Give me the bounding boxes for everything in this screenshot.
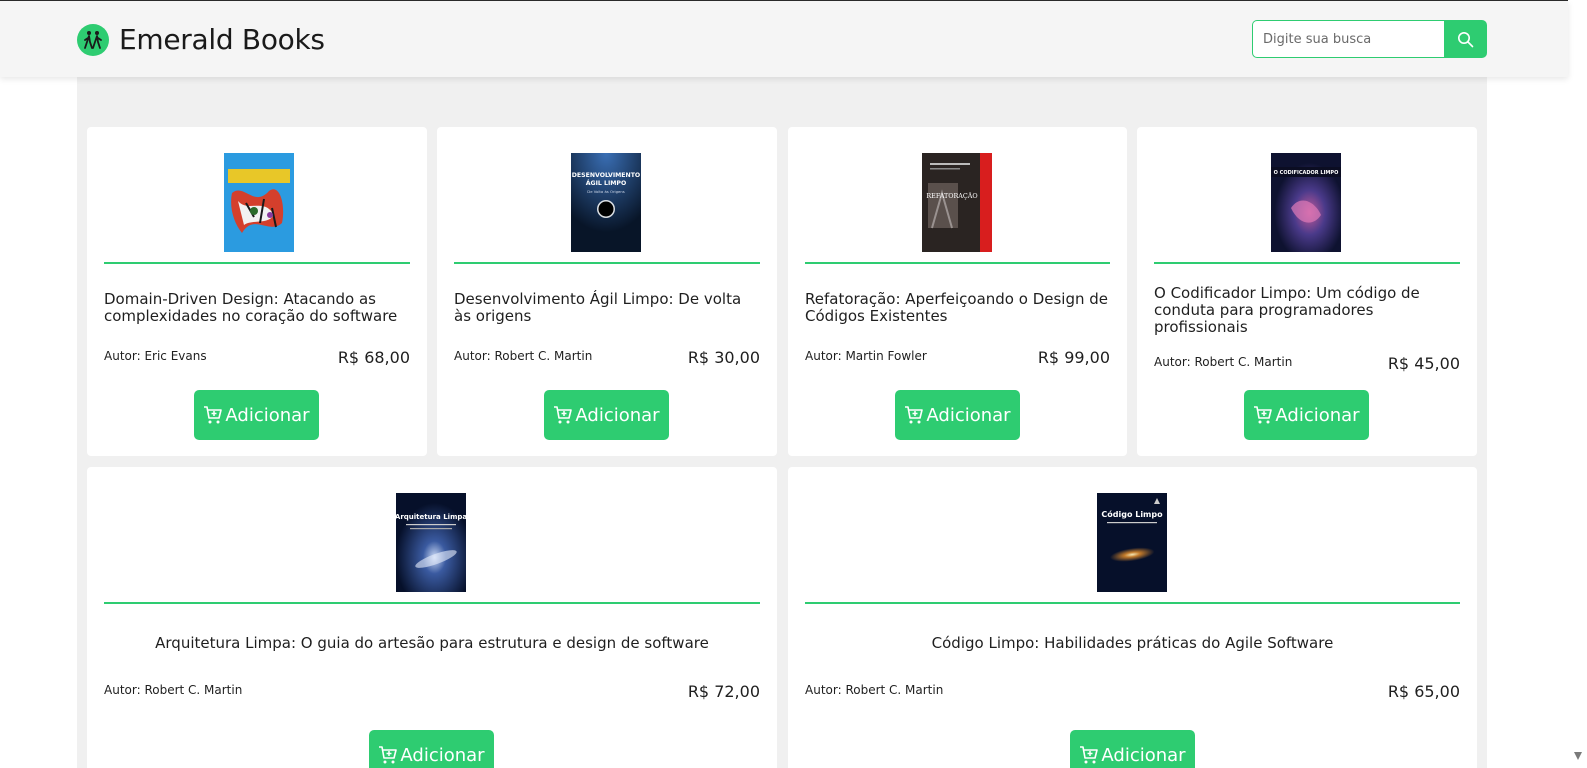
add-button-label: Adicionar [1275, 404, 1360, 426]
book-card: Arquitetura Limpa Arquitetura Limpa: O g… [87, 467, 777, 768]
book-author: Autor: Robert C. Martin [805, 683, 944, 697]
search-button[interactable] [1444, 20, 1487, 58]
svg-text:ÁGIL LIMPO: ÁGIL LIMPO [586, 178, 626, 187]
book-author: Autor: Robert C. Martin [1154, 355, 1293, 369]
book-author: Autor: Robert C. Martin [454, 349, 593, 363]
search-bar [1252, 20, 1487, 58]
add-to-cart-button[interactable]: Adicionar [194, 390, 319, 440]
site-header: Emerald Books [0, 1, 1568, 77]
hikers-icon [77, 23, 109, 56]
book-title: Refatoração: Aperfeiçoando o Design de C… [805, 290, 1109, 325]
add-button-label: Adicionar [926, 404, 1011, 426]
book-title: Arquitetura Limpa: O guia do artesão par… [155, 634, 709, 652]
cart-plus-icon [1254, 406, 1273, 424]
book-price: R$ 65,00 [1387, 682, 1460, 701]
book-cover[interactable]: Arquitetura Limpa [396, 493, 466, 592]
cart-plus-icon [905, 406, 924, 424]
card-divider [454, 262, 760, 264]
scroll-down-icon[interactable] [1574, 752, 1582, 760]
book-price: R$ 45,00 [1387, 354, 1460, 373]
book-cover[interactable] [224, 153, 294, 252]
book-author: Autor: Eric Evans [104, 349, 207, 363]
book-price: R$ 99,00 [1037, 348, 1110, 367]
page-scrollbar[interactable] [1568, 0, 1587, 768]
card-divider [805, 262, 1110, 264]
add-button-label: Adicionar [1101, 744, 1186, 766]
book-author: Autor: Martin Fowler [805, 349, 927, 363]
catalog-panel: Domain-Driven Design: Atacando as comple… [77, 77, 1487, 768]
book-price: R$ 30,00 [687, 348, 760, 367]
add-button-label: Adicionar [575, 404, 660, 426]
card-divider [104, 262, 410, 264]
book-author: Autor: Robert C. Martin [104, 683, 243, 697]
add-to-cart-button[interactable]: Adicionar [1070, 730, 1195, 768]
book-cover[interactable]: O CODIFICADOR LIMPO [1271, 153, 1341, 252]
book-title: Código Limpo: Habilidades práticas do Ag… [931, 634, 1334, 652]
book-price: R$ 72,00 [687, 682, 760, 701]
svg-text:Código Limpo: Código Limpo [1101, 509, 1163, 519]
add-to-cart-button[interactable]: Adicionar [1244, 390, 1369, 440]
svg-text:O CODIFICADOR LIMPO: O CODIFICADOR LIMPO [1274, 170, 1339, 176]
book-card: REFATORAÇÃO Refatoração: Aperfeiçoando o… [788, 127, 1127, 456]
add-to-cart-button[interactable]: Adicionar [544, 390, 669, 440]
card-divider [1154, 262, 1460, 264]
search-input[interactable] [1252, 20, 1444, 58]
book-card: DESENVOLVIMENTO ÁGIL LIMPO De Volta às O… [437, 127, 777, 456]
add-button-label: Adicionar [225, 404, 310, 426]
brand-name: Emerald Books [119, 23, 325, 56]
cart-plus-icon [204, 406, 223, 424]
cart-plus-icon [554, 406, 573, 424]
add-to-cart-button[interactable]: Adicionar [895, 390, 1020, 440]
book-price: R$ 68,00 [337, 348, 410, 367]
svg-text:REFATORAÇÃO: REFATORAÇÃO [926, 191, 977, 200]
card-divider [104, 602, 760, 604]
book-cover[interactable]: REFATORAÇÃO [922, 153, 992, 252]
book-card: O CODIFICADOR LIMPO O Codificador Limpo:… [1137, 127, 1477, 456]
add-to-cart-button[interactable]: Adicionar [369, 730, 494, 768]
book-title: Domain-Driven Design: Atacando as comple… [104, 290, 398, 325]
cart-plus-icon [1080, 746, 1099, 764]
svg-text:Arquitetura Limpa: Arquitetura Limpa [396, 513, 466, 521]
book-card: Domain-Driven Design: Atacando as comple… [87, 127, 427, 456]
card-divider [805, 602, 1460, 604]
book-cover[interactable]: DESENVOLVIMENTO ÁGIL LIMPO De Volta às O… [571, 153, 641, 252]
cart-plus-icon [379, 746, 398, 764]
book-title: Desenvolvimento Ágil Limpo: De volta às … [454, 290, 742, 325]
book-cover[interactable]: Código Limpo [1097, 493, 1167, 592]
book-card: Código Limpo Código Limpo: Habilidades p… [788, 467, 1477, 768]
add-button-label: Adicionar [400, 744, 485, 766]
search-icon [1458, 31, 1474, 47]
book-title: O Codificador Limpo: Um código de condut… [1154, 284, 1420, 336]
svg-text:De Volta às Origens: De Volta às Origens [587, 189, 624, 194]
svg-text:DESENVOLVIMENTO: DESENVOLVIMENTO [572, 172, 640, 179]
brand-logo[interactable]: Emerald Books [77, 23, 325, 56]
